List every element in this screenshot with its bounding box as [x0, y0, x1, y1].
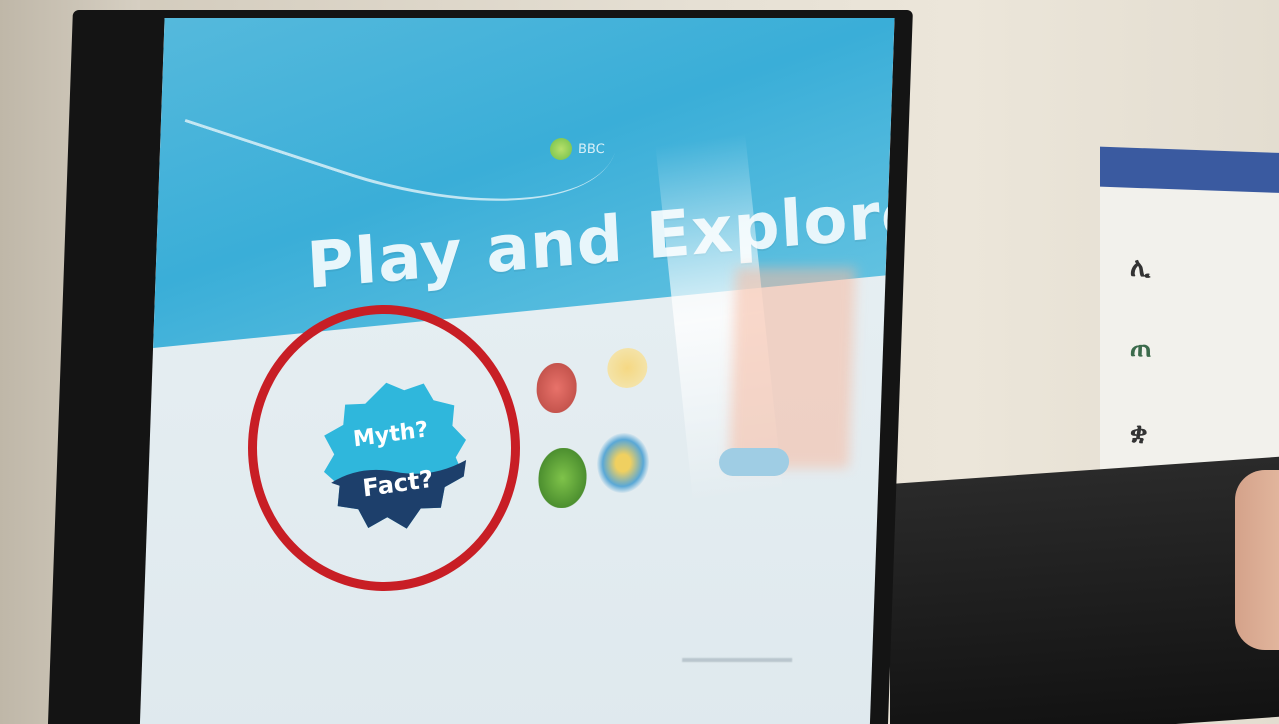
blurred-footer-line: [682, 658, 793, 662]
poster-glyph-1: ሊ: [1130, 252, 1151, 284]
plant-icon[interactable]: [537, 448, 588, 508]
logo-icon: [549, 138, 573, 160]
laptop: [890, 456, 1279, 724]
logo-text: BBC: [577, 141, 605, 157]
blurred-description-2: [537, 518, 666, 538]
photo-scene: ሊ ጠ ቋ BBC Play and Explore Myth? Fact?: [0, 0, 1279, 724]
red-annotation-circle: [248, 305, 520, 591]
poster-glyph-3: ቋ: [1130, 417, 1148, 449]
poster-header: [1100, 146, 1279, 194]
color-reflection: [728, 268, 856, 468]
book-icon[interactable]: [535, 363, 578, 413]
cloud-icon[interactable]: [718, 448, 790, 476]
monitor-screen: BBC Play and Explore Myth? Fact?: [139, 18, 895, 724]
site-logo[interactable]: BBC: [549, 138, 605, 160]
hand: [1235, 470, 1279, 650]
character-icon[interactable]: [606, 348, 649, 388]
wall-poster: ሊ ጠ ቋ: [1100, 146, 1279, 484]
speaker-icon[interactable]: [595, 433, 651, 493]
poster-glyph-2: ጠ: [1130, 332, 1152, 364]
